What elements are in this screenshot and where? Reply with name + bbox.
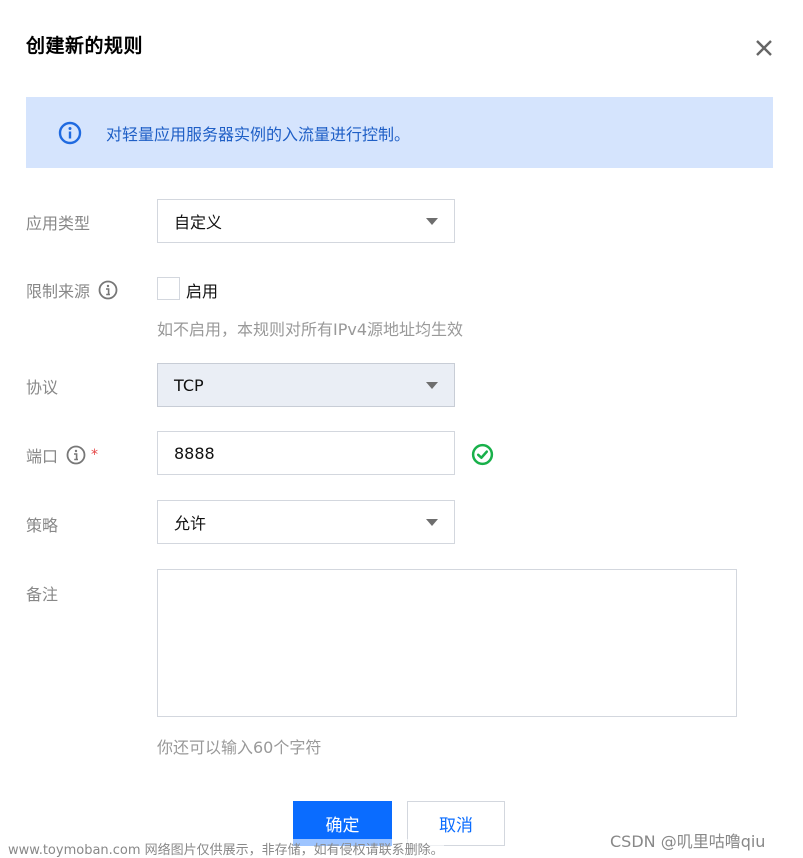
check-circle-icon [471,443,494,466]
app-type-label-text: 应用类型 [26,214,91,233]
app-type-value: 自定义 [174,213,223,232]
watermark-author: CSDN @叽里咕噜qiu [610,832,766,851]
source-limit-label-text: 限制来源 [26,282,91,301]
watermark-site-notice: www.toymoban.com 网络图片仅供展示，非存储，如有侵权请联系删除。 [8,839,444,858]
remark-label: 备注 [26,581,58,605]
enable-checkbox[interactable] [157,277,180,300]
port-input[interactable]: 8888 [157,431,455,475]
close-icon[interactable] [752,36,776,60]
caret-down-icon [426,519,438,526]
caret-down-icon [426,382,438,389]
remark-label-text: 备注 [26,585,59,604]
enable-checkbox-label[interactable]: 启用 [186,278,218,302]
protocol-label: 协议 [26,374,58,398]
info-icon[interactable] [98,280,118,300]
source-limit-label: 限制来源 [26,278,118,302]
policy-select[interactable]: 允许 [157,500,455,544]
policy-label: 策略 [26,512,58,536]
app-type-label: 应用类型 [26,210,90,234]
remark-textarea[interactable] [157,569,737,717]
source-limit-hint: 如不启用，本规则对所有IPv4源地址均生效 [157,320,464,339]
protocol-value: TCP [174,375,204,395]
info-icon[interactable] [66,445,86,465]
remark-char-count-hint: 你还可以输入60个字符 [157,738,322,757]
protocol-label-text: 协议 [26,378,59,397]
caret-down-icon [426,218,438,225]
dialog-title: 创建新的规则 [26,35,144,57]
info-banner: 对轻量应用服务器实例的入流量进行控制。 [26,97,773,168]
port-value: 8888 [174,443,215,463]
policy-label-text: 策略 [26,516,59,535]
policy-value: 允许 [174,514,207,533]
port-label-text: 端口 [26,447,59,466]
app-type-select[interactable]: 自定义 [157,199,455,243]
port-label: 端口 * [26,443,98,467]
banner-text: 对轻量应用服务器实例的入流量进行控制。 [106,125,411,144]
required-mark: * [91,447,99,463]
info-icon [58,121,82,145]
protocol-select[interactable]: TCP [157,363,455,407]
